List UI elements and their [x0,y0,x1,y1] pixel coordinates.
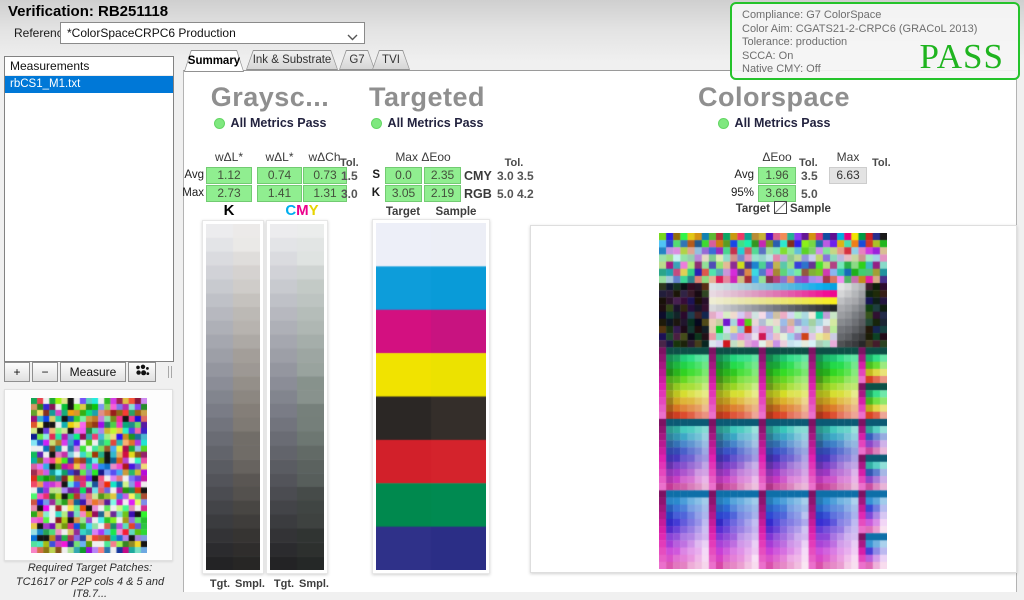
grayscale-k-bar-frame [202,220,264,574]
pass-dot-icon [718,118,729,129]
targeted-tol-header: Tol. [496,157,532,169]
m-label: M [296,202,309,219]
measurements-header: Measurements [5,57,173,76]
measurements-panel: Measurements rbCS1_M1.txt [4,56,174,362]
colorspace-max-header: Max [827,150,869,164]
tab-tvi-label: TVI [372,50,410,70]
tab-tvi[interactable]: TVI [372,50,410,70]
add-button[interactable]: + [4,362,30,382]
target-thumbnail [31,398,147,553]
targeted-row-label: S [362,167,380,184]
targeted-s-sample: 2.35 [424,167,461,184]
patches-icon [134,364,150,380]
required-patches-caption2: TC1617 or P2P cols 4 & 5 and IT8.7... [0,576,180,600]
targeted-cmy-label: CMY [464,169,496,183]
targeted-s-target: 0.0 [385,167,422,184]
grayscale-max-wdl-cmy: 1.41 [257,185,302,202]
tab-summary-label: Summary [184,50,244,72]
toolbar-filler [158,362,174,382]
targeted-color-bar [376,223,486,570]
colorspace-chart-panel [530,225,1017,573]
grayscale-avg-wdl-cmy: 0.74 [257,167,302,184]
targeted-row-label: K [362,185,380,202]
target-sample-checkbox[interactable] [774,201,787,214]
colorspace-max-value: 6.63 [829,167,867,184]
targeted-header: Max ΔEoo [385,150,461,164]
chevron-down-icon [347,30,358,44]
targeted-cmy-tol1: 3.0 [497,169,517,183]
grayscale-title: Graysc... [185,82,355,113]
compliance-line: Compliance: G7 ColorSpace [742,9,977,23]
compliance-line: Color Aim: CGATS21-2-CRPC6 (GRACoL 2013) [742,23,977,37]
colorspace-legend-target: Target [726,203,770,215]
required-patches-caption: Required Target Patches: [0,562,180,574]
colorspace-title: Colorspace [690,82,858,113]
grayscale-row-label: Avg [180,167,204,184]
colorspace-max-tol-header: Tol. [872,157,898,169]
targeted-status: All Metrics Pass [352,116,502,130]
reference-value: *ColorSpaceCRPC6 Production [67,23,236,43]
grayscale-col-header: wΔL* [257,150,302,164]
page-title: Verification: RB251118 [8,3,168,20]
colorspace-avg-de: 1.96 [758,167,796,184]
tab-summary[interactable]: Summary [184,50,244,72]
targeted-title: Targeted [357,82,497,113]
grayscale-cmy-bar-frame [266,220,328,574]
grayscale-status-label: All Metrics Pass [231,116,327,130]
target-thumbnail-panel [4,389,173,561]
targeted-status-label: All Metrics Pass [388,116,484,130]
targeted-rgb-tol2: 4.2 [517,187,537,201]
colorspace-avg-tol: 3.5 [801,169,825,183]
tab-g7[interactable]: G7 [339,50,375,70]
tab-ink-substrate[interactable]: Ink & Substrate [246,50,338,70]
grayscale-k-bar [206,224,260,570]
colorspace-chart [659,233,887,569]
tab-g7-label: G7 [339,50,375,70]
targeted-k-target: 3.05 [385,185,422,202]
targeted-rgb-tol1: 5.0 [497,187,517,201]
colorspace-legend-sample: Sample [790,203,840,215]
targeted-cmy-tol2: 3.5 [517,169,537,183]
reference-select[interactable]: *ColorSpaceCRPC6 Production [60,22,365,44]
cmy-sample-axis-label: Smpl. [298,578,330,590]
pass-badge: PASS [920,37,1004,77]
compliance-panel: Compliance: G7 ColorSpace Color Aim: CGA… [730,2,1020,80]
cmy-bar-label: CMY [257,202,347,219]
remove-button[interactable]: − [32,362,58,382]
toolbar-grip[interactable] [168,366,172,378]
colorspace-95-tol: 5.0 [801,187,825,201]
grayscale-max-wdl-k: 2.73 [206,185,252,202]
colorspace-95-de: 3.68 [758,185,796,202]
colorspace-row-label: Avg [726,167,754,184]
targeted-rgb-label: RGB [464,187,496,201]
diagonal-split-icon [775,202,786,213]
colorspace-status-label: All Metrics Pass [735,116,831,130]
c-label: C [285,202,296,219]
grayscale-cmy-bar [270,224,324,570]
grayscale-col-header: wΔL* [206,150,252,164]
k-bar-label: K [206,202,252,219]
targeted-bar-frame [372,219,490,574]
targeted-sample-col-label: Sample [430,206,482,218]
cmy-target-axis-label: Tgt. [270,578,298,590]
k-target-axis-label: Tgt. [206,578,234,590]
y-label: Y [309,202,319,219]
colorspace-de-header: ΔEoo [756,150,798,164]
measurement-item[interactable]: rbCS1_M1.txt [5,76,173,93]
pass-dot-icon [371,118,382,129]
targeted-target-col-label: Target [380,206,426,218]
grayscale-status: All Metrics Pass [185,116,355,130]
colorspace-row-label: 95% [722,185,754,202]
targeted-k-sample: 2.19 [424,185,461,202]
measure-button[interactable]: Measure [60,362,126,382]
measurements-toolbar: + − Measure [4,362,174,382]
colorspace-status: All Metrics Pass [690,116,858,130]
colorspace-tol-header: Tol. [799,157,825,169]
k-sample-axis-label: Smpl. [234,578,266,590]
grayscale-row-label: Max [180,185,204,202]
tab-ink-substrate-label: Ink & Substrate [246,50,338,70]
patches-button[interactable] [128,362,156,382]
grayscale-avg-wdl-k: 1.12 [206,167,252,184]
pass-dot-icon [214,118,225,129]
